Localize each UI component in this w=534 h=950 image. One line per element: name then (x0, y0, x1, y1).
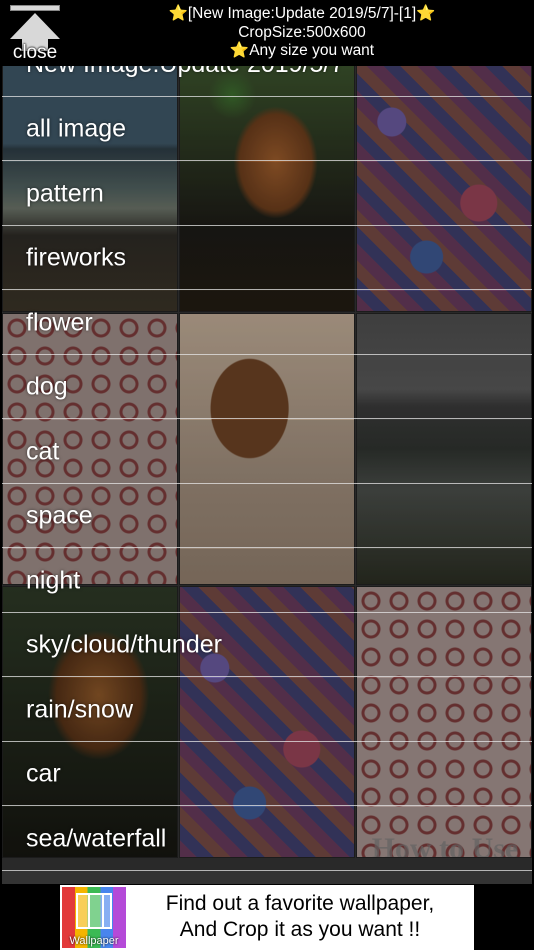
menu-item-sea-waterfall[interactable]: sea/waterfall (2, 807, 532, 871)
header-line-1: ⭐[New Image:Update 2019/5/7]-[1]⭐ (70, 5, 534, 23)
header-update-text: [New Image:Update 2019/5/7]-[1] (187, 5, 417, 22)
star-icon: ⭐ (168, 5, 188, 22)
menu-item-all-image[interactable]: all image (2, 97, 532, 161)
header-crop-size: CropSize:500x600 (238, 24, 366, 41)
menu-item-cat[interactable]: cat (2, 420, 532, 484)
menu-item-label: night (26, 566, 81, 594)
menu-item-label: pattern (26, 179, 104, 207)
menu-item-fireworks[interactable]: fireworks (2, 226, 532, 290)
category-menu: New Image:Update 2019/5/7 all image patt… (2, 66, 532, 884)
menu-item-label: space (26, 501, 93, 529)
menu-item-label: fireworks (26, 243, 127, 271)
close-label: close (12, 42, 58, 63)
promo-banner[interactable]: Wallpaper Find out a favorite wallpaper,… (60, 885, 474, 950)
menu-item-label: dog (26, 372, 68, 400)
menu-item-label: sky/cloud/thunder (26, 630, 222, 658)
wallpaper-browser: How to Use New Image:Update 2019/5/7 all… (2, 66, 532, 884)
menu-item-night[interactable]: night (2, 549, 532, 613)
header-line-3: ⭐Any size you want (70, 42, 534, 60)
menu-item-pattern[interactable]: pattern (2, 162, 532, 226)
close-icon-bar (10, 5, 60, 11)
menu-item-label: cat (26, 437, 60, 465)
menu-item-rain-snow[interactable]: rain/snow (2, 678, 532, 742)
star-icon: ⭐ (229, 42, 250, 59)
menu-item-space[interactable]: space (2, 484, 532, 548)
menu-item-label: car (26, 759, 61, 787)
banner-line-1: Find out a favorite wallpaper, (165, 892, 435, 915)
menu-item-label: rain/snow (26, 695, 133, 723)
star-icon: ⭐ (416, 5, 436, 22)
menu-item-new-image[interactable]: New Image:Update 2019/5/7 (2, 66, 532, 97)
wallpaper-app-icon: Wallpaper (62, 887, 126, 948)
menu-item-dog[interactable]: dog (2, 355, 532, 419)
menu-item-label: flower (26, 308, 93, 336)
menu-item-label: New Image:Update 2019/5/7 (26, 66, 344, 79)
menu-item-label: all image (26, 114, 127, 142)
up-arrow-icon (10, 13, 60, 39)
header-any-size-text: Any size you want (249, 42, 375, 59)
menu-item-car[interactable]: car (2, 742, 532, 806)
banner-line-2: And Crop it as you want !! (179, 918, 421, 941)
close-button[interactable]: close (8, 2, 62, 63)
app-icon-label: Wallpaper (69, 935, 119, 947)
menu-item-flower[interactable]: flower (2, 291, 532, 355)
menu-item-sky-cloud-thunder[interactable]: sky/cloud/thunder (2, 613, 532, 677)
top-bar: close ⭐[New Image:Update 2019/5/7]-[1]⭐ … (0, 0, 534, 64)
crop-frame-icon (76, 893, 112, 929)
menu-item-label: sea/waterfall (26, 824, 167, 852)
